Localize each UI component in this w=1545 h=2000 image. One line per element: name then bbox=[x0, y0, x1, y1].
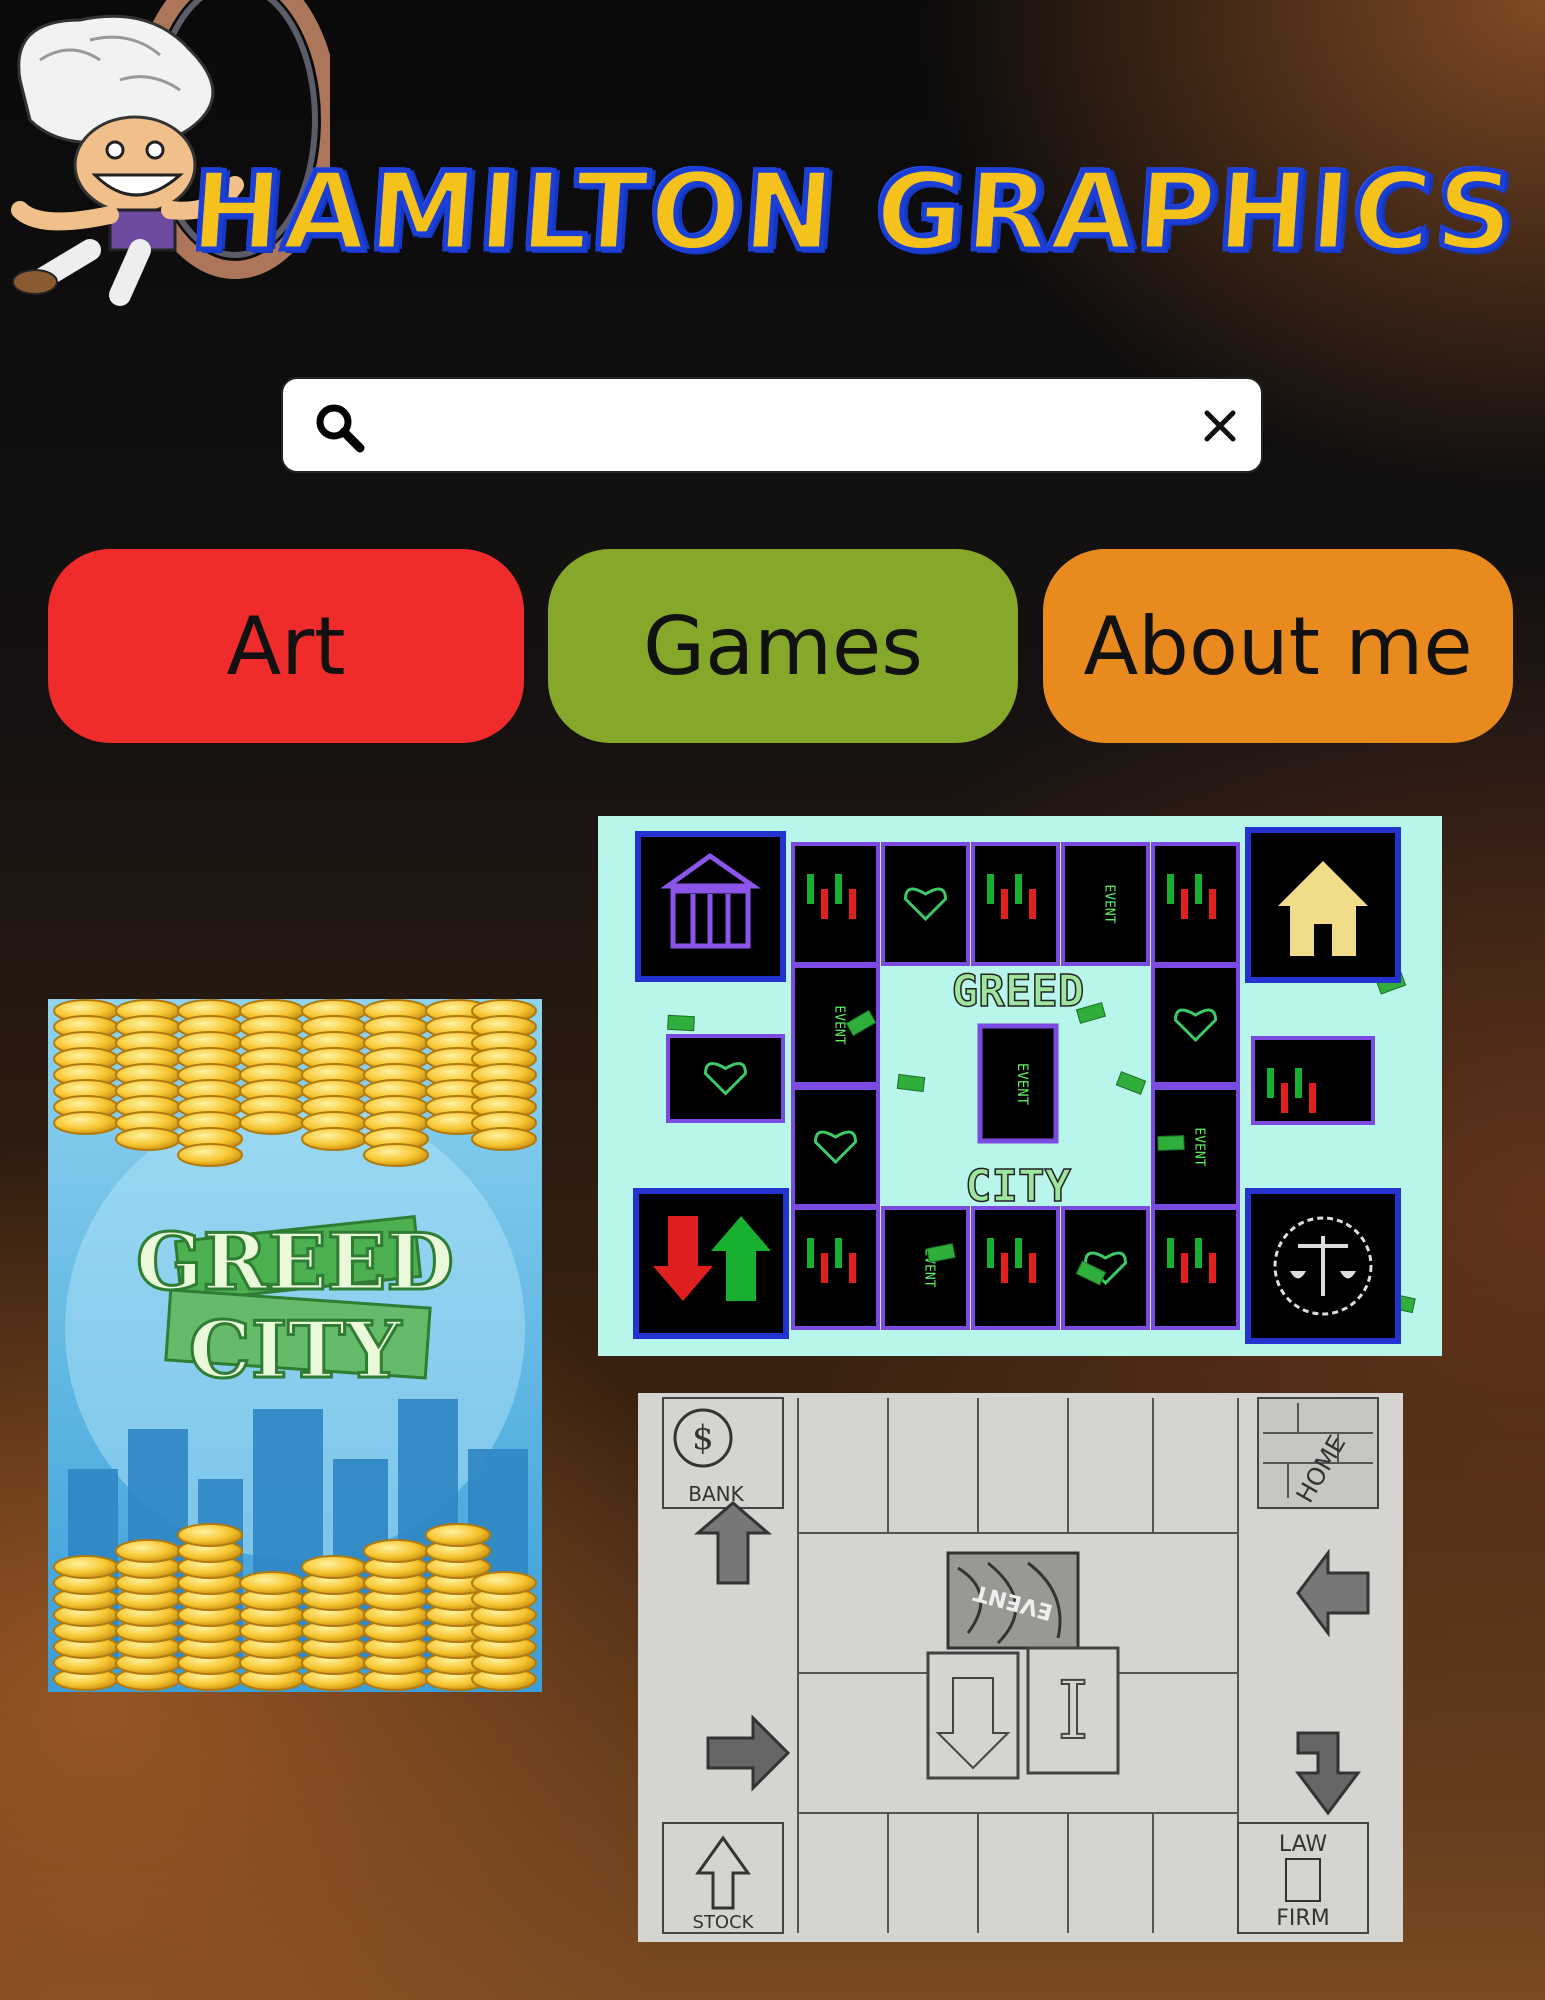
poster-title-line1: GREED bbox=[136, 1217, 454, 1308]
search-bar[interactable] bbox=[281, 377, 1263, 473]
svg-text:EVENT: EVENT bbox=[1192, 1127, 1207, 1166]
greed-city-sketch-board-image[interactable]: $ BANK HOME STOCK LAW FIRM EVENT I bbox=[638, 1393, 1403, 1942]
bank-tile bbox=[635, 831, 786, 982]
nav-button-label: Games bbox=[643, 599, 923, 693]
sketch-event-card: EVENT bbox=[946, 1551, 1080, 1650]
nav-button-art[interactable]: Art bbox=[48, 549, 524, 743]
nav-button-games[interactable]: Games bbox=[548, 549, 1018, 743]
law-tile bbox=[1245, 1188, 1401, 1344]
sketch-stock-label: STOCK bbox=[693, 1912, 755, 1933]
board-center-event: EVENT bbox=[1014, 1063, 1030, 1106]
search-input[interactable] bbox=[379, 393, 1143, 459]
svg-text:I: I bbox=[1057, 1664, 1089, 1757]
greed-city-poster-image[interactable]: GREED CITY bbox=[48, 999, 542, 1692]
search-icon[interactable] bbox=[313, 401, 365, 453]
close-icon[interactable] bbox=[1201, 407, 1239, 445]
stock-arrows-tile bbox=[633, 1188, 789, 1339]
greed-city-digital-board-image[interactable]: EVENTEVENTEVENTEVENT GREED EVENT CITY bbox=[598, 816, 1442, 1356]
sketch-firm-label: FIRM bbox=[1276, 1906, 1329, 1931]
board-center-title-top: GREED bbox=[952, 966, 1084, 1017]
svg-text:EVENT: EVENT bbox=[832, 1005, 847, 1044]
nav-button-about-me[interactable]: About me bbox=[1043, 549, 1513, 743]
svg-text:$: $ bbox=[692, 1418, 714, 1458]
nav-button-label: Art bbox=[226, 599, 346, 693]
site-title: HAMILTON GRAPHICS bbox=[184, 148, 1522, 278]
svg-text:EVENT: EVENT bbox=[1102, 884, 1117, 923]
nav-button-label: About me bbox=[1083, 599, 1473, 693]
sketch-bank-label: BANK bbox=[688, 1482, 744, 1506]
poster-title-line2: CITY bbox=[189, 1305, 403, 1396]
sketch-home-tile: HOME bbox=[1257, 1397, 1379, 1509]
sketch-law-label: LAW bbox=[1279, 1832, 1328, 1857]
board-center-title-bottom: CITY bbox=[965, 1161, 1071, 1212]
home-tile bbox=[1245, 827, 1401, 983]
